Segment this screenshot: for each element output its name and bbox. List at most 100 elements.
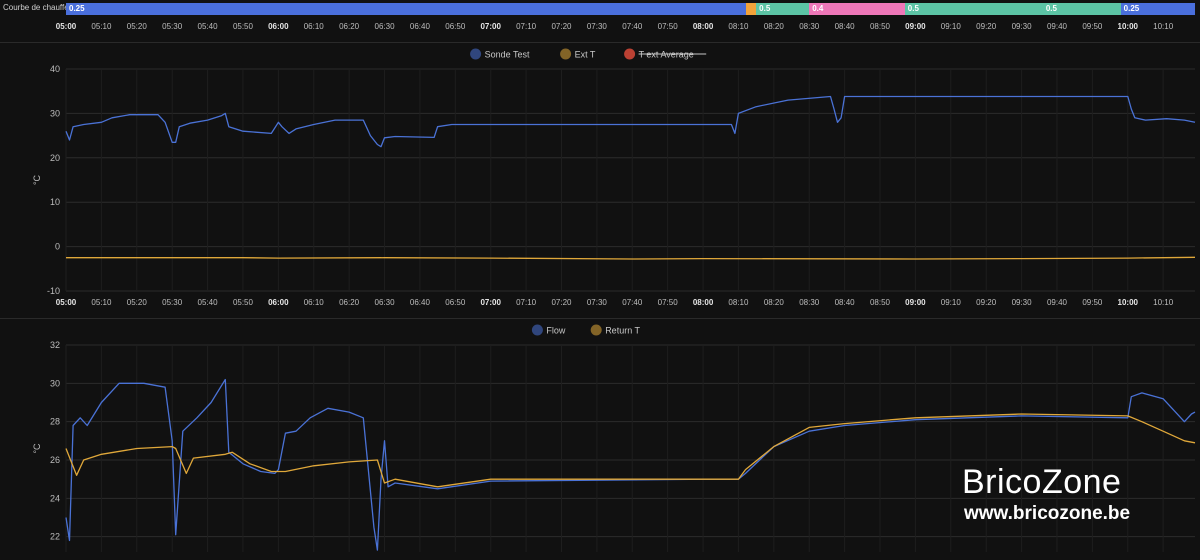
timeline-segment-label: 0.5 [759,4,771,13]
timeline-segment[interactable]: 0.5 [1042,3,1121,15]
x-tick-label: 10:00 [1118,298,1139,307]
legend-swatch [624,48,636,60]
time-tick-label: 09:40 [1046,22,1067,31]
series-line[interactable] [65,95,1196,148]
x-tick-label: 05:30 [162,298,183,307]
legend-item[interactable]: Sonde Test [470,48,530,60]
x-tick-label: 07:00 [480,298,501,307]
timeline-segment[interactable] [745,3,757,15]
y-tick-label: 24 [50,493,60,503]
time-tick-label: 08:50 [869,22,891,31]
time-tick-label: 07:10 [516,22,537,31]
x-tick-label: 08:10 [728,298,749,307]
time-tick-label: 06:10 [303,22,324,31]
x-tick-label: 08:50 [870,298,891,307]
time-tick-label: 07:30 [586,22,607,31]
bricozone-watermark: BricoZone www.bricozone.be [962,462,1130,526]
x-tick-label: 06:00 [268,298,289,307]
x-tick-label: 09:00 [905,298,926,307]
x-tick-label: 08:40 [835,298,856,307]
timeline-segment[interactable]: 0.25 [66,3,746,15]
time-tick-label: 06:50 [445,22,466,31]
timeline-label: Courbe de chauffe [3,3,69,12]
y-tick-label: -10 [47,286,60,296]
legend-swatch [531,324,543,336]
x-tick-label: 05:20 [127,298,148,307]
time-tick-label: 09:30 [1011,22,1032,31]
x-tick-label: 09:40 [1047,298,1068,307]
timeline-segment-label: 0.5 [907,4,919,13]
time-tick-label: 08:00 [692,22,714,31]
time-tick-label: 08:30 [799,22,820,31]
time-tick-label: 05:20 [126,22,147,31]
time-tick-label: 08:10 [728,22,749,31]
time-tick-label: 07:00 [480,22,501,31]
time-tick-label: 09:20 [976,22,997,31]
y-tick-label: 32 [50,340,60,350]
y-tick-label: 0 [55,242,60,252]
legend-label: Sonde Test [485,50,530,60]
x-tick-label: 05:40 [198,298,219,307]
legend-label: Ext T [575,50,596,60]
time-tick-label: 06:00 [268,22,289,31]
section-divider [0,42,1200,43]
legend-item[interactable]: T ext Average [624,48,707,60]
x-tick-label: 09:50 [1082,298,1103,307]
time-tick-label: 07:40 [622,22,643,31]
legend-item[interactable]: Ext T [560,48,596,60]
time-tick-label: 05:00 [55,22,77,31]
timeline-segment-label: 0.4 [812,4,824,13]
x-tick-label: 07:50 [658,298,679,307]
time-tick-label: 05:40 [197,22,218,31]
chart-legend: Flow Return T [531,324,641,336]
temperature-chart[interactable]: -10 0 10 20 30 40 °C 05:00 05:10 05:20 05:30 05:40 0… [0,44,1200,316]
timeline-bar[interactable]: 0.25 0.5 0.4 0.5 0.5 0.25 [66,3,1195,15]
y-tick-label: 30 [50,378,60,388]
chart-legend: Sonde Test Ext T T ext Average [470,48,707,60]
x-tick-label: 08:20 [764,298,785,307]
x-tick-label: 06:10 [304,298,325,307]
time-tick-label: 05:30 [162,22,183,31]
time-tick-label: 09:10 [940,22,961,31]
timeline-segment[interactable]: 0.4 [809,3,905,15]
watermark-url: www.bricozone.be [964,503,1131,524]
y-tick-label: 20 [50,153,60,163]
legend-swatch [470,48,482,60]
section-divider [0,318,1200,319]
x-tick-label: 07:10 [516,298,537,307]
legend-swatch [590,324,602,336]
time-tick-label: 07:50 [657,22,678,31]
y-tick-label: 10 [50,197,60,207]
time-tick-label: 10:10 [1153,22,1174,31]
legend-item[interactable]: Flow [531,324,566,336]
y-tick-label: 30 [50,108,60,118]
timeline-segment-label: 0.25 [1123,4,1140,13]
legend-item[interactable]: Return T [590,324,641,336]
timeline-segment-label: 0.5 [1045,4,1057,13]
timeline-segment[interactable]: 0.5 [904,3,1043,15]
y-tick-label: 22 [50,532,60,542]
timeline-segment[interactable]: 0.5 [756,3,810,15]
x-tick-label: 06:40 [410,298,431,307]
x-tick-label: 09:10 [941,298,962,307]
series-line[interactable] [66,256,1196,260]
time-tick-label: 05:10 [91,22,112,31]
y-tick-label: 28 [50,417,60,427]
timeline-segment[interactable]: 0.25 [1120,3,1195,15]
heating-curve-timeline: Courbe de chauffe 0.25 0.5 0.4 0.5 0.5 0.25 0… [0,0,1200,40]
x-tick-label: 07:30 [587,298,608,307]
x-tick-label: 05:50 [233,298,254,307]
x-tick-label: 05:10 [91,298,112,307]
time-tick-label: 09:00 [905,22,926,31]
y-axis-label: °C [32,443,42,454]
timeline-segment-label: 0.25 [69,4,85,13]
x-tick-label: 08:30 [799,298,820,307]
legend-swatch [560,48,572,60]
x-tick-label: 06:50 [445,298,466,307]
time-tick-label: 08:20 [763,22,784,31]
legend-label: Return T [605,326,640,336]
x-tick-label: 07:20 [551,298,572,307]
time-tick-label: 08:40 [834,22,855,31]
watermark-title: BricoZone [962,463,1122,501]
x-tick-label: 07:40 [622,298,643,307]
